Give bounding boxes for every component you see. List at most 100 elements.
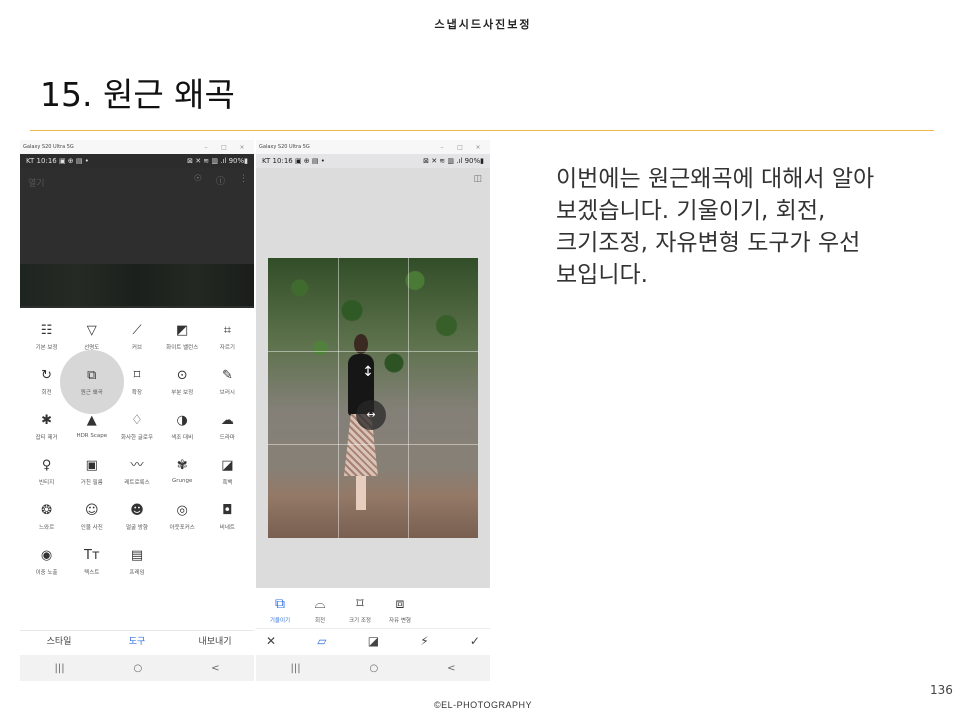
white-balance-icon: ◩ [176,323,189,338]
recent-apps-icon[interactable]: ||| [290,663,300,674]
tool-item[interactable]: ◑ 색조 대비 [160,412,205,441]
tool-label: HDR Scape [76,433,108,439]
tool-label: 프레임 [129,570,145,576]
person-legs [356,476,366,510]
tool-item[interactable]: ◪ 흑백 [205,457,250,486]
minimize-icon[interactable]: – [197,144,215,151]
tool-item[interactable]: ⌗ 자르기 [205,322,250,351]
tool-item[interactable]: ☁ 드라마 [205,412,250,441]
tune-image-icon: ☷ [40,323,53,338]
tool-label: 색조 대비 [171,435,194,441]
tool-item[interactable]: ▤ 프레임 [114,547,159,576]
tool-item[interactable]: ▣ 거친 필름 [69,457,114,486]
image-preview: 열기 ☉ ⓘ ⋮ [20,168,254,308]
tab-tools[interactable]: 도구 [98,631,176,652]
grid-line [268,351,478,352]
tool-item[interactable]: ☻ 얼굴 방향 [114,502,159,531]
fill-mode-icon[interactable]: ◪ [368,634,379,648]
tool-item[interactable]: ✾ Grunge [160,457,205,486]
tool-label: 느와르 [39,525,55,531]
more-icon[interactable]: ⋮ [239,174,248,187]
tab-export[interactable]: 내보내기 [176,631,254,652]
tool-item[interactable]: ↻ 회전 [24,367,69,396]
description: 이번에는 원근왜곡에 대해서 알아 보겠습니다. 기울이기, 회전, 크기조정,… [556,163,946,291]
tool-item[interactable]: 〰 레트로룩스 [114,457,159,486]
frames-icon: ▤ [130,548,144,563]
description-line: 보겠습니다. 기울이기, 회전, [556,198,826,224]
grunge-icon: ✾ [176,458,188,473]
tool-item[interactable]: ❂ 느와르 [24,502,69,531]
tool-label: 이중 노출 [35,570,58,576]
photo[interactable]: ↕ ↔ [268,258,478,538]
apply-icon[interactable]: ✓ [470,634,480,648]
vertical-drag-handle[interactable]: ↕ [356,358,380,386]
tool-item[interactable]: ⌑ 확장 [114,367,159,396]
tool-label: 드라마 [219,435,235,441]
tool-item[interactable]: ✎ 브러시 [205,367,250,396]
status-left: KT 10:16 ▣ ⊕ ▤ • [262,157,325,165]
open-button[interactable]: 열기 [28,176,45,189]
details-icon: ▽ [86,323,97,338]
close-icon[interactable]: × [469,144,487,151]
tool-label: Grunge [172,478,193,484]
tool-item[interactable]: ▲ HDR Scape [69,412,114,441]
tilt-icon: ⧉ [275,596,285,612]
rotate-icon: ↻ [41,368,53,383]
tool-item[interactable]: Tт 텍스트 [69,547,114,576]
tool-label: 인물 사진 [80,525,103,531]
nav-bar: ||| ○ < [256,655,490,681]
tool-label: 빈티지 [39,480,55,486]
page-number: 136 [930,683,953,697]
tool-item[interactable]: ☺ 인물 사진 [69,502,114,531]
tool-label: 레트로룩스 [124,480,150,486]
tool-label: 잡티 제거 [35,435,58,441]
tool-item[interactable]: ✱ 잡티 제거 [24,412,69,441]
cancel-icon[interactable]: ✕ [266,634,276,648]
home-icon[interactable]: ○ [369,663,378,674]
grainy-film-icon: ▣ [85,458,98,473]
status-right: ⊠ ✕ ≋ ▥ .ıl 90%▮ [187,157,248,165]
tool-item[interactable]: ◉ 이중 노출 [24,547,69,576]
home-icon[interactable]: ○ [133,663,142,674]
tool-item[interactable]: ♢ 화사한 글로우 [114,412,159,441]
tab-styles[interactable]: 스타일 [20,631,98,652]
tool-label: 화사한 글로우 [120,435,154,441]
auto-icon[interactable]: ⚡ [420,634,428,648]
tool-item[interactable]: ☷ 기본 보정 [24,322,69,351]
close-icon[interactable]: × [233,144,251,151]
tool-label: 흑백 [222,480,233,486]
tool-item[interactable]: ▽ 선명도 [69,322,114,351]
drama-icon: ☁ [220,413,234,428]
maximize-icon[interactable]: □ [215,144,233,151]
scale-icon: ⌑ [356,596,364,612]
portrait-icon: ☺ [85,503,99,518]
recent-apps-icon[interactable]: ||| [54,663,64,674]
status-left: KT 10:16 ▣ ⊕ ▤ • [26,157,89,165]
tool-item[interactable]: ⊙ 부분 보정 [160,367,205,396]
back-icon[interactable]: < [211,663,219,674]
perspective-tool-icon[interactable]: ▱ [317,634,326,648]
looks-icon[interactable]: ☉ [194,174,202,187]
tool-item[interactable]: ◎ 아웃포커스 [160,502,205,531]
tool-item[interactable]: ◩ 화이트 밸런스 [160,322,205,351]
tool-item[interactable]: ⧉ 원근 왜곡 [59,349,125,414]
perspective-icon: ⧉ [87,368,97,383]
perspective-tool-label: 회전 [314,618,326,624]
window-title-bar: Galaxy S20 Ultra 5G – □ × [256,140,490,154]
edit-canvas: ◫ ↕ ↔ [256,168,490,588]
phone-screenshot-tools: Galaxy S20 Ultra 5G – □ × KT 10:16 ▣ ⊕ ▤… [20,140,254,685]
compare-icon[interactable]: ◫ [473,174,482,184]
rotate-icon: ⌓ [314,596,326,612]
tool-item[interactable]: ◘ 비네트 [205,502,250,531]
curves-icon: ⟋ [132,323,142,338]
tool-item[interactable]: ⟋ 커브 [114,322,159,351]
back-icon[interactable]: < [447,663,455,674]
window-title: Galaxy S20 Ultra 5G [23,144,74,150]
maximize-icon[interactable]: □ [451,144,469,151]
horizontal-drag-handle[interactable]: ↔ [356,400,386,430]
info-icon[interactable]: ⓘ [216,174,225,187]
expand-icon: ⌑ [133,368,141,383]
minimize-icon[interactable]: – [433,144,451,151]
tool-item[interactable]: ♀ 빈티지 [24,457,69,486]
glamour-glow-icon: ♢ [131,413,143,428]
